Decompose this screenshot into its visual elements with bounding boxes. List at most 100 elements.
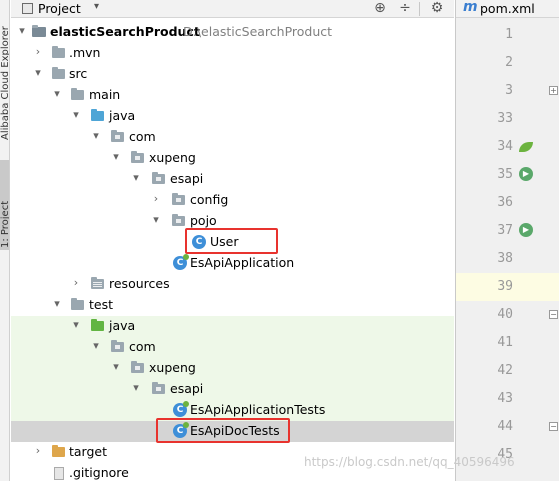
package-label: com — [129, 339, 156, 354]
gutter-line[interactable]: 38 — [456, 245, 559, 273]
gutter-line[interactable]: 40 − — [456, 301, 559, 329]
package-icon — [172, 193, 185, 205]
gutter-line[interactable]: 36 — [456, 189, 559, 217]
tree-row-root[interactable]: ▾ elasticSearchProduct D:\elasticSearchP… — [11, 22, 454, 43]
expand-arrow-icon[interactable]: ▾ — [70, 318, 82, 331]
fold-icon[interactable]: − — [549, 422, 558, 431]
tree-row-com-test[interactable]: ▾ com — [11, 337, 454, 358]
watermark: https://blog.csdn.net/qq_40596496 — [304, 455, 515, 469]
line-number: 44 — [497, 419, 513, 434]
gutter-line[interactable]: 2 — [456, 49, 559, 77]
tree-row-config[interactable]: › config — [11, 190, 454, 211]
folder-label: src — [69, 66, 88, 81]
package-label: esapi — [170, 381, 204, 396]
view-dropdown-caret-icon[interactable]: ▾ — [94, 1, 99, 12]
gutter-line[interactable]: 34 — [456, 133, 559, 161]
expand-arrow-icon[interactable]: ▾ — [90, 129, 102, 142]
collapse-arrow-icon[interactable]: › — [32, 45, 44, 58]
alibaba-cloud-explorer-tab[interactable]: Alibaba Cloud Explorer — [0, 0, 9, 150]
gutter-line[interactable]: 3 + — [456, 77, 559, 105]
tree-row-test[interactable]: ▾ test — [11, 295, 454, 316]
editor-tab-pom[interactable]: m pom.xml — [456, 0, 559, 18]
project-panel-title[interactable]: Project — [38, 1, 81, 16]
gutter-line[interactable]: 1 — [456, 21, 559, 49]
package-icon — [152, 382, 165, 394]
tree-row-esapiapplication[interactable]: C EsApiApplication — [11, 253, 454, 274]
spring-boot-class-icon: C — [173, 254, 189, 270]
folder-label: .mvn — [69, 45, 101, 60]
tree-row-java-main[interactable]: ▾ java — [11, 106, 454, 127]
expand-arrow-icon[interactable]: ▾ — [32, 66, 44, 79]
gutter-line[interactable]: 35 ▶ — [456, 161, 559, 189]
line-number: 41 — [497, 335, 513, 350]
expand-arrow-icon[interactable]: ▾ — [110, 150, 122, 163]
gutter-line[interactable]: 41 — [456, 329, 559, 357]
project-view-icon — [22, 3, 33, 14]
fold-icon[interactable]: + — [549, 86, 558, 95]
tree-row-resources[interactable]: › resources — [11, 274, 454, 295]
line-number: 43 — [497, 391, 513, 406]
folder-label: java — [109, 318, 136, 333]
highlight-box-user — [185, 228, 278, 254]
expand-arrow-icon[interactable]: ▾ — [90, 339, 102, 352]
test-root-folder-icon — [91, 319, 104, 331]
file-icon — [54, 467, 64, 480]
locate-file-icon[interactable]: ⊕ — [371, 0, 389, 18]
folder-icon — [71, 298, 84, 310]
spring-leaf-icon[interactable] — [519, 142, 533, 152]
line-number: 34 — [497, 139, 513, 154]
tree-row-xupeng-main[interactable]: ▾ xupeng — [11, 148, 454, 169]
class-label: EsApiApplication — [190, 255, 295, 270]
expand-arrow-icon[interactable]: ▾ — [150, 213, 162, 226]
gutter-line[interactable]: 33 — [456, 105, 559, 133]
folder-label: target — [69, 444, 108, 459]
expand-arrow-icon[interactable]: ▾ — [70, 108, 82, 121]
tree-row-main[interactable]: ▾ main — [11, 85, 454, 106]
fold-icon[interactable]: − — [549, 310, 558, 319]
tree-row-src[interactable]: ▾ src — [11, 64, 454, 85]
folder-icon — [52, 46, 65, 58]
maven-icon: m — [463, 0, 478, 15]
project-tool-tab[interactable]: 1: Project — [0, 160, 9, 250]
expand-arrow-icon[interactable]: ▾ — [51, 87, 63, 100]
package-icon — [111, 340, 124, 352]
collapse-arrow-icon[interactable]: › — [70, 276, 82, 289]
project-name: elasticSearchProduct — [50, 24, 200, 39]
tree-row-esapi-test[interactable]: ▾ esapi — [11, 379, 454, 400]
collapse-arrow-icon[interactable]: › — [32, 444, 44, 457]
collapse-all-icon[interactable]: ÷ — [396, 0, 414, 18]
gutter-line[interactable]: 43 — [456, 385, 559, 413]
expand-arrow-icon[interactable]: ▾ — [51, 297, 63, 310]
expand-arrow-icon[interactable]: ▾ — [130, 171, 142, 184]
package-icon — [131, 151, 144, 163]
test-class-icon: C — [173, 401, 189, 417]
gutter-line[interactable]: 44 − — [456, 413, 559, 441]
source-root-folder-icon — [91, 109, 104, 121]
package-icon — [172, 214, 185, 226]
gutter-line-current[interactable]: 39 — [456, 273, 559, 301]
tree-row-mvn[interactable]: › .mvn — [11, 43, 454, 64]
expand-arrow-icon[interactable]: ▾ — [110, 360, 122, 373]
settings-gear-icon[interactable]: ⚙ — [428, 0, 446, 18]
gutter-line[interactable]: 37 ▶ — [456, 217, 559, 245]
line-number: 42 — [497, 363, 513, 378]
expand-arrow-icon[interactable]: ▾ — [16, 24, 28, 37]
run-gutter-icon[interactable]: ▶ — [519, 223, 533, 237]
project-panel-header: Project ▾ ⊕ ÷ ⚙ — [11, 0, 454, 18]
line-number: 40 — [497, 307, 513, 322]
package-label: com — [129, 129, 156, 144]
line-number: 35 — [497, 167, 513, 182]
class-label: EsApiApplicationTests — [190, 402, 326, 417]
tree-row-xupeng-test[interactable]: ▾ xupeng — [11, 358, 454, 379]
expand-arrow-icon[interactable]: ▾ — [130, 381, 142, 394]
tree-row-esapi-main[interactable]: ▾ esapi — [11, 169, 454, 190]
line-number: 36 — [497, 195, 513, 210]
run-gutter-icon[interactable]: ▶ — [519, 167, 533, 181]
tree-row-com-main[interactable]: ▾ com — [11, 127, 454, 148]
package-icon — [152, 172, 165, 184]
collapse-arrow-icon[interactable]: › — [150, 192, 162, 205]
line-number: 37 — [497, 223, 513, 238]
gutter-line[interactable]: 42 — [456, 357, 559, 385]
tree-row-java-test[interactable]: ▾ java — [11, 316, 454, 337]
project-folder-icon — [32, 25, 46, 37]
